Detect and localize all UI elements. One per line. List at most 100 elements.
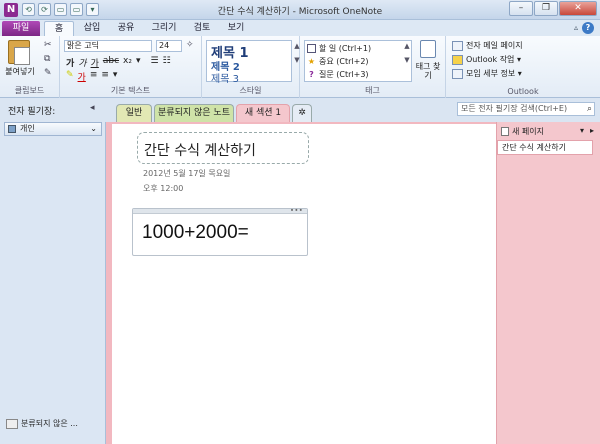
notebook-navigation-panel: 개인 ⌄ 분류되지 않은 ... <box>0 122 106 444</box>
checkbox-icon <box>307 44 316 53</box>
star-icon: ★ <box>307 57 316 66</box>
meeting-details-label: 모임 세부 정보 ▾ <box>466 69 522 78</box>
tag-question[interactable]: ? 질문 (Ctrl+3) <box>307 68 369 81</box>
restore-button[interactable]: ❐ <box>534 1 558 16</box>
expand-panel-icon[interactable]: ▸ <box>590 126 594 135</box>
copy-icon[interactable]: ⧉ <box>44 54 50 64</box>
page-title-container[interactable]: 간단 수식 계산하기 <box>137 132 309 164</box>
grip-icon: ∙∙∙ <box>289 206 303 214</box>
styles-gallery: 제목 1 제목 2 제목 3 <box>206 40 292 85</box>
tab-insert[interactable]: 삽입 <box>78 21 106 36</box>
section-tab-general[interactable]: 일반 <box>116 104 152 122</box>
tag-important-label: 중요 (Ctrl+2) <box>319 57 369 66</box>
group-label-basic-text: 기본 텍스트 <box>110 86 151 95</box>
notebook-item-personal[interactable]: 개인 ⌄ <box>4 122 102 136</box>
tag-question-label: 질문 (Ctrl+3) <box>319 70 369 79</box>
question-icon: ? <box>309 70 314 79</box>
group-label-clipboard: 클립보드 <box>14 86 45 95</box>
tags-gallery: 할 일 (Ctrl+1) ★ 중요 (Ctrl+2) ? 질문 (Ctrl+3) <box>304 40 412 82</box>
search-input[interactable]: 모든 전자 필기장 검색(Ctrl+E) ⌕ <box>457 102 595 116</box>
meeting-details-button[interactable]: 모임 세부 정보 ▾ <box>452 68 522 79</box>
group-label-styles: 스타일 <box>239 86 262 95</box>
subscript-dropdown-icon[interactable]: ▾ <box>136 56 141 69</box>
new-page-dropdown-icon[interactable]: ▾ <box>580 126 584 135</box>
flag-icon <box>452 54 463 65</box>
numbering-icon[interactable]: ☷ <box>163 56 171 69</box>
tag-todo[interactable]: 할 일 (Ctrl+1) <box>307 42 371 55</box>
tab-draw[interactable]: 그리기 <box>146 21 182 36</box>
tag-important[interactable]: ★ 중요 (Ctrl+2) <box>307 55 369 68</box>
paste-button[interactable]: 붙여넣기 <box>2 66 38 77</box>
cut-icon[interactable]: ✂ <box>44 40 52 50</box>
tab-share[interactable]: 공유 <box>112 21 140 36</box>
note-container-handle[interactable]: ∙∙∙ <box>133 206 307 214</box>
email-page-button[interactable]: 전자 메일 페이지 <box>452 40 523 51</box>
format-row-2: ✎ 가 ≡ ≡ ▾ <box>66 70 117 83</box>
outlook-task-button[interactable]: Outlook 작업 ▾ <box>452 54 521 65</box>
close-button[interactable]: ✕ <box>559 1 597 16</box>
note-text[interactable]: 1000+2000= <box>142 222 249 244</box>
page-date: 2012년 5월 17일 목요일 <box>143 169 231 178</box>
page-list-panel: 새 페이지 ▾ ▸ 간단 수식 계산하기 <box>496 122 600 444</box>
section-tab-new-section-1[interactable]: 새 섹션 1 <box>236 104 290 122</box>
strikethrough-icon[interactable]: abc <box>103 56 119 69</box>
notebook-name: 개인 <box>20 124 35 133</box>
find-tags-icon[interactable] <box>420 40 436 58</box>
tab-review[interactable]: 검토 <box>188 21 216 36</box>
highlight-icon[interactable]: ✎ <box>66 70 74 83</box>
collapse-navigation-icon[interactable]: ◂ <box>90 103 95 113</box>
group-basic-text: 맑은 고딕 24 ✧ 가 가 가 abc x₂ ▾ ☰ ☷ ✎ 가 ≡ ≡ ▾ … <box>60 36 202 98</box>
tab-file[interactable]: 파일 <box>2 21 40 36</box>
title-bar: N ⟲ ⟳ ▭ ▭ ▾ 간단 수식 계산하기 - Microsoft OneNo… <box>0 0 600 20</box>
search-icon[interactable]: ⌕ <box>587 103 592 115</box>
notebook-icon <box>8 125 16 133</box>
font-color-icon[interactable]: 가 <box>78 70 86 83</box>
outlook-task-label: Outlook 작업 ▾ <box>466 55 521 64</box>
email-icon <box>452 40 463 51</box>
ribbon-tab-row: 파일 홈 삽입 공유 그리기 검토 보기 ▵ ? <box>0 20 600 36</box>
style-heading-3[interactable]: 제목 3 <box>211 70 239 85</box>
unfiled-notes-button[interactable]: 분류되지 않은 ... <box>6 418 78 429</box>
tags-scroll-down-icon[interactable]: ▼ <box>402 56 412 64</box>
underline-icon[interactable]: 가 <box>91 56 99 69</box>
chevron-down-icon[interactable]: ⌄ <box>90 123 97 135</box>
search-placeholder: 모든 전자 필기장 검색(Ctrl+E) <box>461 104 568 113</box>
find-tags-button[interactable]: 태그 찾기 <box>414 62 442 80</box>
email-page-label: 전자 메일 페이지 <box>466 41 523 50</box>
section-tab-unfiled[interactable]: 분류되지 않은 노트 <box>154 104 234 122</box>
font-name-select[interactable]: 맑은 고딕 <box>64 40 152 52</box>
subscript-icon[interactable]: x₂ <box>123 56 132 69</box>
unfiled-notes-icon <box>6 418 18 429</box>
bold-icon[interactable]: 가 <box>66 56 74 69</box>
decrease-indent-icon[interactable]: ≡ <box>90 70 98 83</box>
italic-icon[interactable]: 가 <box>78 56 86 69</box>
font-size-select[interactable]: 24 <box>156 40 182 52</box>
new-page-button[interactable]: 새 페이지 <box>501 126 544 137</box>
add-section-icon[interactable]: ✲ <box>292 104 312 122</box>
tag-todo-label: 할 일 (Ctrl+1) <box>319 44 372 53</box>
tab-view[interactable]: 보기 <box>222 21 250 36</box>
minimize-button[interactable]: – <box>509 1 533 16</box>
page-list-item[interactable]: 간단 수식 계산하기 <box>497 140 593 155</box>
increase-indent-icon[interactable]: ≡ <box>101 70 109 83</box>
notebook-section-bar: 전자 필기장: ◂ 일반 분류되지 않은 노트 새 섹션 1 ✲ 모든 전자 필… <box>0 98 600 122</box>
format-painter-icon[interactable]: ✎ <box>44 68 52 78</box>
page-panel-controls: ▾ ▸ <box>580 126 594 135</box>
bullets-icon[interactable]: ☰ <box>151 56 159 69</box>
clear-format-icon[interactable]: ✧ <box>186 40 194 50</box>
align-dropdown-icon[interactable]: ▾ <box>113 70 118 83</box>
minimize-ribbon-icon[interactable]: ▵ <box>574 23 578 32</box>
tab-home[interactable]: 홈 <box>44 21 74 36</box>
new-page-label: 새 페이지 <box>512 127 544 136</box>
page-title[interactable]: 간단 수식 계산하기 <box>144 140 256 160</box>
group-label-outlook: Outlook <box>507 87 539 96</box>
paste-icon[interactable] <box>8 40 30 65</box>
page-canvas[interactable]: 간단 수식 계산하기 2012년 5월 17일 목요일 오후 12:00 ∙∙∙… <box>106 122 496 444</box>
tags-scroll-up-icon[interactable]: ▲ <box>402 42 412 50</box>
group-clipboard: 붙여넣기 ✂ ⧉ ✎ 클립보드 <box>0 36 60 98</box>
window-controls: – ❐ ✕ <box>509 1 597 16</box>
notebooks-label: 전자 필기장: <box>8 107 56 117</box>
help-icon[interactable]: ? <box>582 22 594 34</box>
note-container[interactable]: ∙∙∙ 1000+2000= <box>132 206 308 256</box>
ribbon: 붙여넣기 ✂ ⧉ ✎ 클립보드 맑은 고딕 24 ✧ 가 가 가 abc x₂ … <box>0 36 600 98</box>
